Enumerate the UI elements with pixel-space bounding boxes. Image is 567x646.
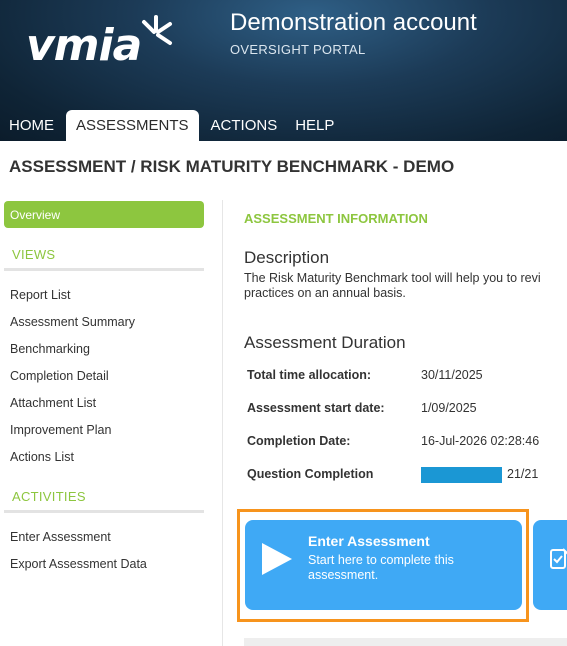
start-date-label: Assessment start date:	[247, 401, 385, 415]
sidebar-item-benchmarking[interactable]: Benchmarking	[10, 342, 90, 356]
duration-title: Assessment Duration	[244, 333, 406, 352]
activities-divider	[4, 510, 204, 513]
progress-fill	[421, 467, 502, 483]
views-heading: VIEWS	[12, 247, 56, 262]
question-completion-label: Question Completion	[247, 467, 374, 481]
sidebar-item-completion-detail[interactable]: Completion Detail	[10, 369, 109, 383]
sidebar-item-report-list[interactable]: Report List	[10, 288, 70, 302]
question-completion-progress-bar	[421, 467, 502, 483]
section-label: ASSESSMENT INFORMATION	[244, 211, 428, 226]
description-line-2: practices on an annual basis.	[244, 286, 406, 300]
nav-help[interactable]: HELP	[286, 110, 343, 141]
sidebar-item-improvement-plan[interactable]: Improvement Plan	[10, 423, 111, 437]
vmia-logo[interactable]: vmia	[26, 14, 176, 74]
sidebar-item-attachment-list[interactable]: Attachment List	[10, 396, 96, 410]
question-completion-value: 21/21	[507, 467, 539, 481]
views-divider	[4, 268, 204, 271]
checklist-edit-icon	[550, 548, 567, 569]
logo-text: vmia	[26, 20, 142, 71]
content-divider	[222, 200, 223, 646]
logo-burst-icon	[142, 15, 172, 45]
nav-assessments[interactable]: ASSESSMENTS	[66, 110, 199, 141]
next-section-edge	[244, 638, 567, 646]
next-activity-card[interactable]	[533, 520, 567, 610]
start-date-value: 1/09/2025	[421, 401, 477, 415]
description-line-1: The Risk Maturity Benchmark tool will he…	[244, 271, 541, 285]
sidebar-item-enter-assessment[interactable]: Enter Assessment	[10, 530, 111, 544]
portal-subtitle: OVERSIGHT PORTAL	[230, 42, 366, 57]
total-time-value: 30/11/2025	[421, 368, 483, 382]
total-time-label: Total time allocation:	[247, 368, 372, 382]
completion-date-label: Completion Date:	[247, 434, 351, 448]
account-title: Demonstration account	[230, 9, 477, 36]
sidebar-item-overview[interactable]: Overview	[4, 201, 204, 228]
main-nav: HOME ASSESSMENTS ACTIONS HELP	[0, 110, 343, 141]
sidebar-item-assessment-summary[interactable]: Assessment Summary	[10, 315, 135, 329]
description-text: The Risk Maturity Benchmark tool will he…	[244, 271, 567, 301]
enter-assessment-button[interactable]: Enter Assessment Start here to complete …	[245, 520, 522, 610]
description-title: Description	[244, 248, 330, 267]
activities-heading: ACTIVITIES	[12, 489, 86, 504]
nav-home[interactable]: HOME	[0, 110, 63, 141]
enter-assessment-title: Enter Assessment	[308, 533, 430, 549]
sidebar-item-actions-list[interactable]: Actions List	[10, 450, 74, 464]
play-icon	[262, 543, 292, 575]
page-title: ASSESSMENT / RISK MATURITY BENCHMARK - D…	[9, 157, 455, 176]
completion-date-value: 16-Jul-2026 02:28:46	[421, 434, 540, 448]
sidebar-item-export-assessment-data[interactable]: Export Assessment Data	[10, 557, 147, 571]
enter-assessment-description: Start here to complete this assessment.	[308, 553, 454, 582]
app-header: vmia Demonstration account OVERSIGHT POR…	[0, 0, 567, 141]
nav-actions[interactable]: ACTIONS	[202, 110, 287, 141]
